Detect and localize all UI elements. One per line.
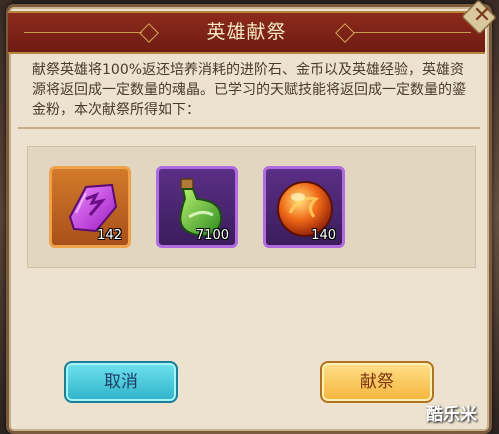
reward-count: 140	[311, 228, 336, 243]
divider	[18, 127, 480, 129]
reward-item-crystal[interactable]: 142	[49, 166, 131, 248]
sacrifice-button[interactable]: 献祭	[320, 361, 434, 403]
cancel-button[interactable]: 取消	[64, 361, 178, 403]
reward-count: 7100	[195, 228, 229, 243]
title-bar: 英雄献祭	[8, 11, 485, 54]
reward-count: 142	[97, 228, 122, 243]
close-icon[interactable]: ✕	[468, 2, 496, 30]
reward-item-potion[interactable]: 7100	[156, 166, 238, 248]
title-ornament-line-right	[353, 32, 471, 33]
watermark-logo: 酷乐米	[426, 405, 477, 425]
sacrifice-description: 献祭英雄将100%返还培养消耗的进阶石、金币以及英雄经验，英雄资源将返回成一定数…	[32, 62, 466, 118]
reward-item-orb[interactable]: 140	[263, 166, 345, 248]
